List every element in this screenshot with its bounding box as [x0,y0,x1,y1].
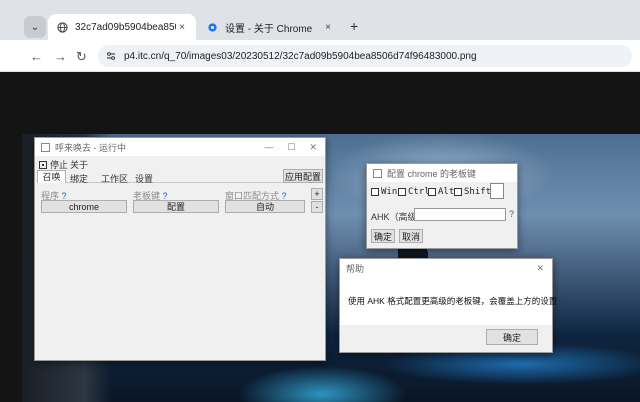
globe-icon [56,21,68,33]
url-text: p4.itc.cn/q_70/images03/20230512/32c7ad0… [124,50,477,62]
hotkey-window-titlebar: 配置 chrome 的老板键 [367,164,517,182]
reload-icon[interactable]: ↻ [76,49,87,65]
tab-title: 设置 - 关于 Chrome [225,23,313,35]
checkbox-win[interactable]: Win [371,187,397,197]
cancel-button[interactable]: 取消 [399,229,423,243]
hotkey-config-button[interactable]: 配置 [133,200,219,213]
checkbox-alt[interactable]: Alt [428,187,454,197]
tab-settings[interactable]: 设置 - 关于 Chrome × [198,14,342,40]
close-tab-icon[interactable]: × [322,22,334,33]
help-ok-button[interactable]: 确定 [486,329,538,345]
help-message: 使用 AHK 格式配置更高级的老板键，会覆盖上方的设置 [348,296,558,306]
checkbox-ctrl[interactable]: Ctrl [398,187,430,197]
help-dialog: 帮助 ✕ 使用 AHK 格式配置更高级的老板键，会覆盖上方的设置 确定 [339,258,557,353]
add-row-button[interactable]: + [311,188,323,200]
ok-button[interactable]: 确定 [371,229,395,243]
stop-icon [39,160,47,169]
site-info-icon[interactable] [104,49,118,63]
apply-config-button[interactable]: 应用配置 [283,169,323,183]
hotkey-window: 配置 chrome 的老板键 Win Ctrl Alt Shift AHK（高级… [366,163,518,249]
forward-arrow-icon[interactable]: → [54,49,67,64]
program-button[interactable]: chrome [41,200,127,213]
ahk-input[interactable] [414,208,506,221]
gear-icon [206,21,218,33]
key-capture-field[interactable] [490,183,504,199]
tab-title: 32c7ad09b5904bea8506d74f [75,21,176,33]
tab-bind[interactable]: 绑定 [70,172,88,185]
address-bar[interactable]: p4.itc.cn/q_70/images03/20230512/32c7ad0… [98,45,632,67]
main-window-titlebar: 呼来唤去 - 运行中 — ☐ ✕ [35,138,325,156]
window-title: 帮助 [346,263,365,274]
close-icon[interactable]: ✕ [309,142,317,153]
back-arrow-icon[interactable]: ← [30,49,43,64]
tab-settings-panel[interactable]: 设置 [135,172,153,185]
tab-search-button[interactable]: ⌄ [24,16,46,38]
remove-row-button[interactable]: - [311,201,323,213]
chevron-down-icon: ⌄ [30,21,40,33]
checkbox-shift[interactable]: Shift [454,187,491,197]
window-title: 呼来唤去 - 运行中 [55,142,126,153]
tab-image[interactable]: 32c7ad09b5904bea8506d74f × [48,14,196,40]
help-icon[interactable]: ? [509,209,514,219]
close-tab-icon[interactable]: × [176,22,188,33]
minimize-icon[interactable]: — [264,142,273,152]
app-icon [41,142,50,152]
main-window: 呼来唤去 - 运行中 — ☐ ✕ 停止 关于 召唤 绑定 工作区 设置 应用配置… [34,137,326,361]
new-tab-button[interactable]: + [350,18,358,34]
help-dialog-titlebar: 帮助 ✕ [340,259,552,277]
browser-toolbar: ← → ↻ p4.itc.cn/q_70/images03/20230512/3… [0,40,640,72]
app-icon [373,168,382,178]
window-title: 配置 chrome 的老板键 [387,168,477,179]
maximize-icon[interactable]: ☐ [287,142,295,153]
tab-workspace[interactable]: 工作区 [101,172,128,185]
match-mode-button[interactable]: 自动 [225,200,305,213]
tab-summon[interactable]: 召唤 [37,170,66,183]
close-icon[interactable]: ✕ [536,263,544,274]
tab-strip: ⌄ 32c7ad09b5904bea8506d74f × 设置 - 关于 Chr… [0,0,640,40]
